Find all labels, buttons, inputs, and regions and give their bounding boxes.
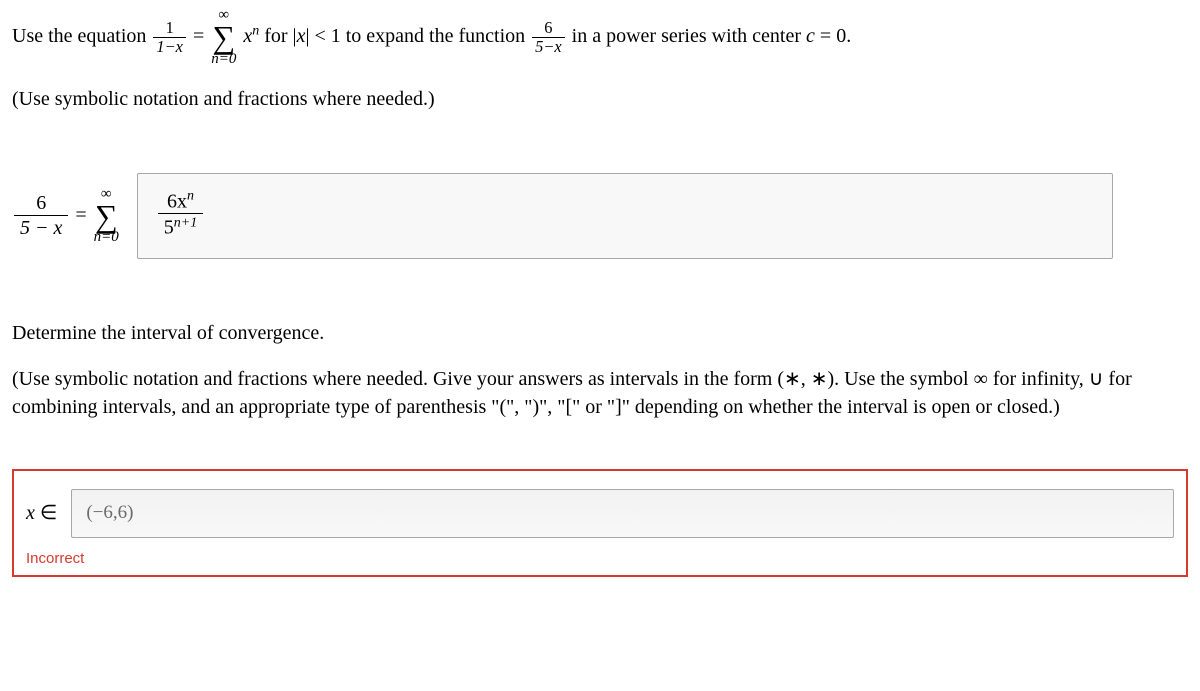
sigma-notation-1: ∞ ∑ n=0 [211,8,236,67]
q1-mid1: for | [264,25,296,47]
frac-6-over-5minusx: 6 5−x [532,20,565,56]
question-part-1: Use the equation 1 1−x = ∞ ∑ n=0 xn for … [12,8,1188,67]
x-element-of-label: x ∈ [26,499,57,527]
feedback-label: Incorrect [26,548,1174,569]
frac-1-over-1minusx: 1 1−x [153,20,186,56]
series-term-fraction: 6xn 5n+1 [158,188,203,240]
lhs-fraction: 6 5 − x [14,191,68,240]
q1-tail: = 0. [815,25,851,47]
equals-1: = [193,25,209,47]
question-part-2: Determine the interval of convergence. [12,319,1188,347]
question-1-hint: (Use symbolic notation and fractions whe… [12,85,1188,113]
q1-mid2: | < 1 to expand the function [305,25,530,47]
sigma-notation-2: ∞ ∑ n=0 [94,187,119,246]
answer-1-row: 6 5 − x = ∞ ∑ n=0 6xn 5n+1 [12,173,1188,259]
question-2-hint: (Use symbolic notation and fractions whe… [12,365,1188,421]
x-to-n: xn [243,25,264,47]
series-term-input[interactable]: 6xn 5n+1 [137,173,1113,259]
interval-input[interactable]: (−6,6) [71,489,1174,538]
q1-pre: Use the equation [12,25,151,47]
q1-mid3: in a power series with center [572,25,806,47]
answer-1-lhs: 6 5 − x = ∞ ∑ n=0 [12,187,121,246]
interval-answer-block: x ∈ (−6,6) Incorrect [12,469,1188,577]
